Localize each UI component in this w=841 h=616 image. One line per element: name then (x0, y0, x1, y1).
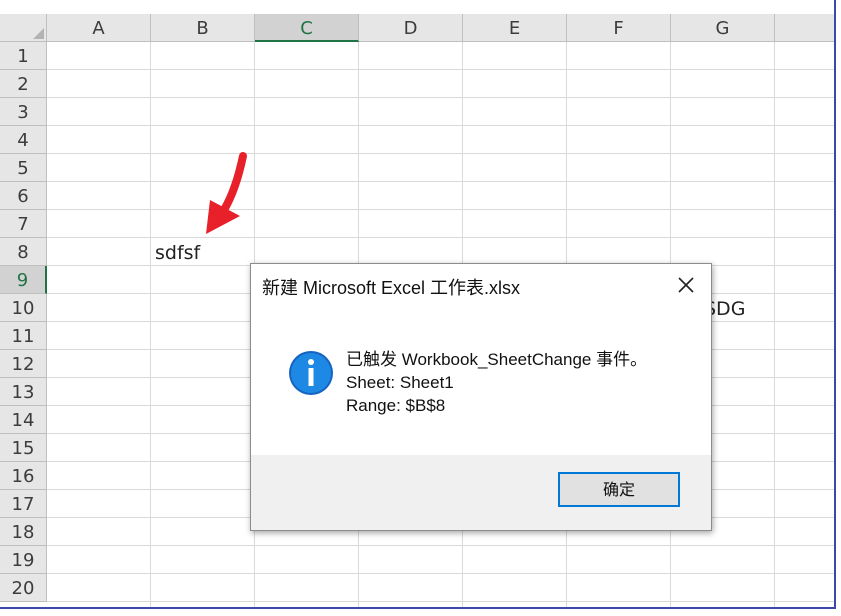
row-header-12[interactable]: 12 (0, 350, 47, 378)
row-header-8[interactable]: 8 (0, 238, 47, 266)
column-header-h[interactable]: H (775, 14, 834, 42)
dialog-footer: 确定 (251, 455, 711, 530)
dialog-message: 已触发 Workbook_SheetChange 事件。 Sheet: Shee… (346, 348, 647, 417)
column-header-d[interactable]: D (359, 14, 463, 42)
row-header-16[interactable]: 16 (0, 462, 47, 490)
row-header-10[interactable]: 10 (0, 294, 47, 322)
message-box-dialog: 新建 Microsoft Excel 工作表.xlsx 已触发 Workbook… (250, 263, 712, 531)
column-header-a[interactable]: A (47, 14, 151, 42)
message-line-sheet: Sheet: Sheet1 (346, 373, 454, 392)
message-line-range: Range: $B$8 (346, 396, 446, 415)
row-header-7[interactable]: 7 (0, 210, 47, 238)
ok-button[interactable]: 确定 (558, 472, 680, 507)
row-header-17[interactable]: 17 (0, 490, 47, 518)
select-all-triangle-icon (33, 28, 44, 39)
row-header-14[interactable]: 14 (0, 406, 47, 434)
select-all-button[interactable] (0, 14, 47, 42)
message-line-event: 已触发 Workbook_SheetChange 事件。 (346, 350, 648, 369)
row-header-18[interactable]: 18 (0, 518, 47, 546)
column-header-c[interactable]: C (255, 14, 359, 42)
column-header-b[interactable]: B (151, 14, 255, 42)
row-header-6[interactable]: 6 (0, 182, 47, 210)
dialog-title: 新建 Microsoft Excel 工作表.xlsx (262, 278, 521, 298)
row-header-15[interactable]: 15 (0, 434, 47, 462)
row-header-13[interactable]: 13 (0, 378, 47, 406)
row-header-2[interactable]: 2 (0, 70, 47, 98)
close-icon[interactable] (675, 274, 697, 296)
column-header-e[interactable]: E (463, 14, 567, 42)
row-header-9[interactable]: 9 (0, 266, 47, 294)
column-header-g[interactable]: G (671, 14, 775, 42)
cell-b8[interactable]: sdfsf (155, 242, 200, 264)
row-header-1[interactable]: 1 (0, 42, 47, 70)
info-icon (289, 351, 333, 395)
row-header-20[interactable]: 20 (0, 574, 47, 602)
row-header-5[interactable]: 5 (0, 154, 47, 182)
red-arrow-icon (206, 152, 247, 234)
row-header-3[interactable]: 3 (0, 98, 47, 126)
row-header-19[interactable]: 19 (0, 546, 47, 574)
column-header-f[interactable]: F (567, 14, 671, 42)
row-header-11[interactable]: 11 (0, 322, 47, 350)
row-header-4[interactable]: 4 (0, 126, 47, 154)
